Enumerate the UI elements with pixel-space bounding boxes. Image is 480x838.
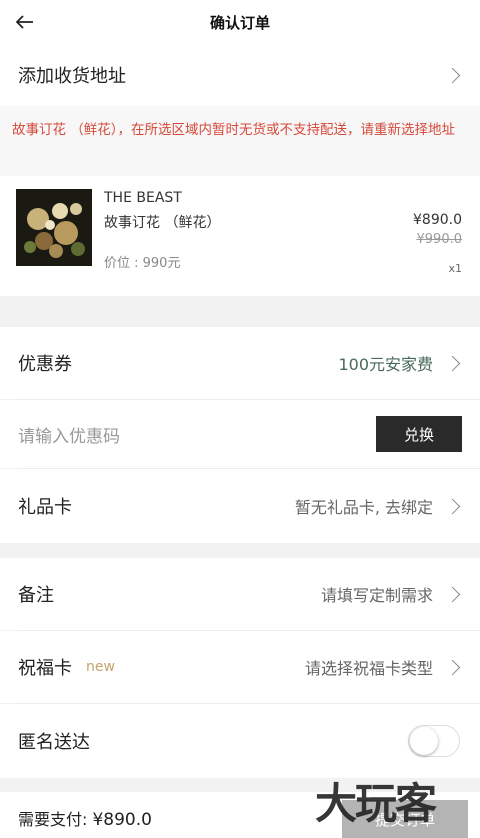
chevron-right-icon <box>444 586 461 602</box>
top-bar: 确认订单 <box>0 0 480 44</box>
promo-code-input[interactable]: 请输入优惠码 <box>18 422 120 447</box>
back-arrow-icon[interactable] <box>12 9 38 35</box>
product-brand: THE BEAST <box>104 190 182 206</box>
add-address-label: 添加收货地址 <box>18 66 126 87</box>
remark-label: 备注 <box>18 585 54 606</box>
promo-code-row: 请输入优惠码 兑换 <box>0 400 480 468</box>
remark-row[interactable]: 备注 请填写定制需求 <box>0 558 480 630</box>
redeem-button[interactable]: 兑换 <box>376 416 462 452</box>
total-label: 需要支付: <box>18 810 93 829</box>
coupon-label: 优惠券 <box>18 354 72 375</box>
total-payment: 需要支付: ¥890.0 <box>18 806 152 830</box>
product-card <box>0 176 480 296</box>
new-badge: new <box>86 659 115 675</box>
anonymous-delivery-row: 匿名送达 <box>0 704 480 778</box>
anonymous-delivery-label: 匿名送达 <box>18 732 90 753</box>
product-image <box>16 189 92 266</box>
blessing-card-value: 请选择祝福卡类型 <box>304 659 433 678</box>
gift-card-label: 礼品卡 <box>18 497 72 518</box>
gift-card-row[interactable]: 礼品卡 暂无礼品卡, 去绑定 <box>0 469 480 543</box>
chevron-right-icon <box>444 67 461 83</box>
product-price: ¥890.0 <box>413 212 462 228</box>
product-name: 故事订花 （鲜花） <box>104 215 221 231</box>
coupon-value: 100元安家费 <box>338 355 433 374</box>
total-amount: ¥890.0 <box>92 810 152 830</box>
page-title: 确认订单 <box>209 13 270 32</box>
chevron-right-icon <box>444 355 461 371</box>
anonymous-delivery-toggle[interactable] <box>408 725 460 757</box>
product-quantity: x1 <box>448 262 462 275</box>
add-address-row[interactable]: 添加收货地址 <box>0 44 480 106</box>
gift-card-value: 暂无礼品卡, 去绑定 <box>294 498 433 517</box>
toggle-knob <box>410 727 438 755</box>
coupon-row[interactable]: 优惠券 100元安家费 <box>0 327 480 399</box>
product-original-price: ¥990.0 <box>416 232 463 247</box>
watermark-logo: 大玩客 <box>315 779 437 828</box>
blessing-card-label: 祝福卡 <box>18 658 72 679</box>
chevron-right-icon <box>444 498 461 514</box>
blessing-card-row[interactable]: 祝福卡 new 请选择祝福卡类型 <box>0 631 480 703</box>
delivery-notice: 故事订花 （鲜花），在所选区域内暂时无货或不支持配送，请重新选择地址 <box>0 106 480 176</box>
remark-value: 请填写定制需求 <box>320 586 433 605</box>
product-price-level: 价位 : 990元 <box>104 256 181 271</box>
chevron-right-icon <box>444 659 461 675</box>
